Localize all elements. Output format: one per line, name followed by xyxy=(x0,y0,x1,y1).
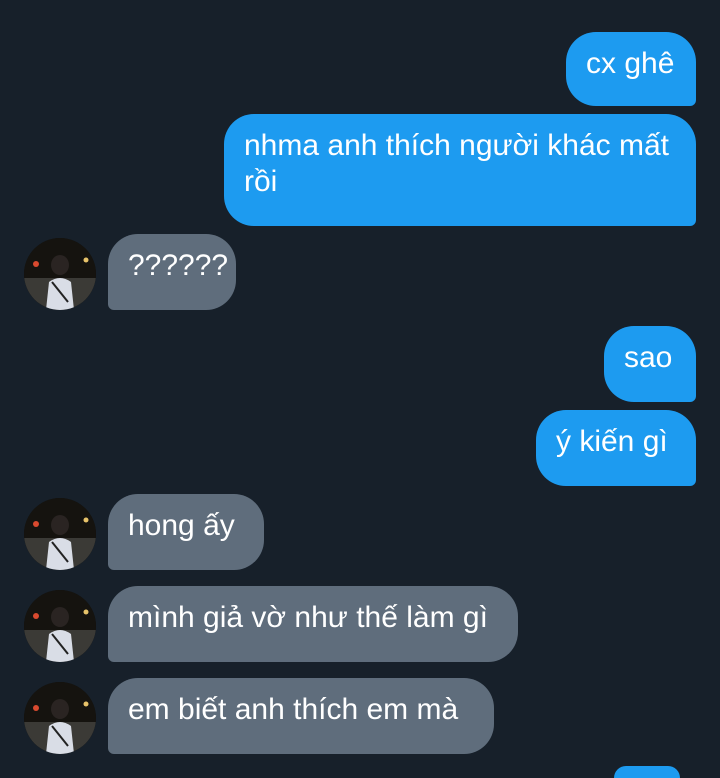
outgoing-message-bubble-partial[interactable] xyxy=(614,766,680,778)
outgoing-message-bubble[interactable]: cx ghê xyxy=(566,32,696,106)
contact-avatar[interactable] xyxy=(24,590,96,662)
contact-avatar[interactable] xyxy=(24,682,96,754)
incoming-message-bubble[interactable]: ?????? xyxy=(108,234,236,310)
chat-thread[interactable]: cx ghê nhma anh thích người khác mất rồi… xyxy=(0,0,720,778)
incoming-message-bubble[interactable]: mình giả vờ như thế làm gì xyxy=(108,586,518,662)
profile-photo xyxy=(24,682,96,754)
profile-photo xyxy=(24,498,96,570)
outgoing-message-bubble[interactable]: nhma anh thích người khác mất rồi xyxy=(224,114,696,226)
outgoing-message-bubble[interactable]: ý kiến gì xyxy=(536,410,696,486)
profile-photo xyxy=(24,590,96,662)
contact-avatar[interactable] xyxy=(24,238,96,310)
incoming-message-bubble[interactable]: hong ấy xyxy=(108,494,264,570)
profile-photo xyxy=(24,238,96,310)
outgoing-message-bubble[interactable]: sao xyxy=(604,326,696,402)
contact-avatar[interactable] xyxy=(24,498,96,570)
incoming-message-bubble[interactable]: em biết anh thích em mà xyxy=(108,678,494,754)
